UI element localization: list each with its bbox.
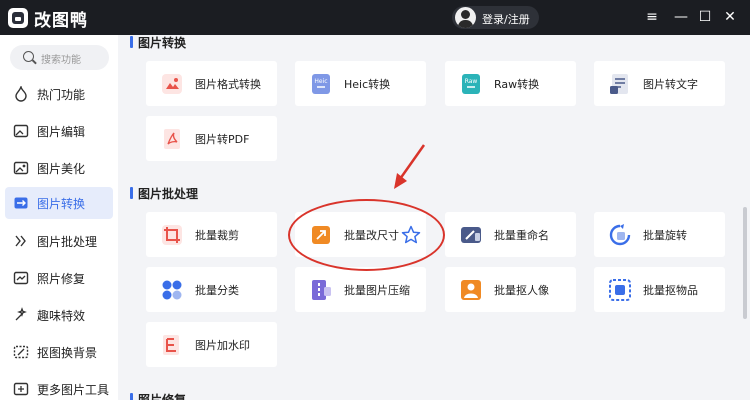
tool-label: 图片转文字 <box>643 78 698 91</box>
batch-object-cutout-icon <box>609 279 631 301</box>
tool-tile-batch-object-cutout[interactable]: 批量抠物品 <box>594 267 725 312</box>
tool-tile-batch-rotate[interactable]: 批量旋转 <box>594 212 725 257</box>
tool-tile-image-to-pdf[interactable]: 图片转PDF <box>146 116 277 161</box>
tool-label: 批量重命名 <box>494 229 549 242</box>
tool-tile-heic[interactable]: Heic Heic转换 <box>295 61 426 106</box>
image-convert-icon <box>14 197 28 209</box>
avatar <box>455 7 476 28</box>
sidebar: 搜索功能 热门功能 图片编辑 图片美化 图片转换 图片批处理 照片修复 趣味特效… <box>0 35 118 400</box>
tool-label: 批量裁剪 <box>195 229 239 242</box>
tool-label: 图片转PDF <box>195 133 250 146</box>
search-placeholder: 搜索功能 <box>41 55 81 66</box>
sidebar-item-label: 图片美化 <box>37 162 86 176</box>
image-edit-icon <box>13 124 29 138</box>
effects-icon <box>15 307 27 321</box>
tool-label: Heic转换 <box>344 78 391 91</box>
tool-label: Raw转换 <box>494 78 540 91</box>
arrow-icon <box>394 144 426 189</box>
tool-tile-batch-portrait-cutout[interactable]: 批量抠人像 <box>445 267 576 312</box>
cutout-icon <box>13 345 29 359</box>
photo-repair-icon <box>13 271 29 285</box>
sidebar-item-label: 抠图换背景 <box>37 346 98 360</box>
menu-icon[interactable]: ≡ <box>641 6 663 28</box>
tool-tile-raw[interactable]: Raw Raw转换 <box>445 61 576 106</box>
search-icon <box>23 51 34 62</box>
svg-text:Heic: Heic <box>314 78 327 85</box>
sidebar-item-more-tools[interactable]: 更多图片工具 <box>5 373 113 400</box>
tool-tile-image-to-text[interactable]: 图片转文字 <box>594 61 725 106</box>
batch-icon <box>15 235 26 247</box>
tool-label: 图片加水印 <box>195 339 250 352</box>
batch-classify-icon <box>162 280 182 300</box>
sidebar-item-image-beautify[interactable]: 图片美化 <box>5 152 113 184</box>
tool-label: 图片格式转换 <box>195 78 261 91</box>
login-button[interactable]: 登录/注册 <box>452 6 539 29</box>
tool-label: 批量图片压缩 <box>344 284 410 297</box>
heic-icon: Heic <box>312 74 330 94</box>
section-title-convert: 图片转换 <box>129 36 187 50</box>
star-icon[interactable] <box>401 225 421 245</box>
tool-tile-batch-rename[interactable]: 批量重命名 <box>445 212 576 257</box>
tool-label: 批量抠物品 <box>643 284 698 297</box>
raw-icon: Raw <box>462 74 480 94</box>
tool-tile-format-convert[interactable]: 图片格式转换 <box>146 61 277 106</box>
format-convert-icon <box>162 74 182 94</box>
sidebar-item-label: 更多图片工具 <box>37 383 110 397</box>
section-title-batch: 图片批处理 <box>129 187 199 201</box>
login-label: 登录/注册 <box>482 13 530 26</box>
sidebar-item-batch[interactable]: 图片批处理 <box>5 225 113 257</box>
sidebar-item-label: 趣味特效 <box>37 309 86 323</box>
maximize-button[interactable]: ☐ <box>694 6 716 28</box>
tool-tile-batch-crop[interactable]: 批量裁剪 <box>146 212 277 257</box>
image-beautify-icon <box>13 161 29 175</box>
watermark-icon <box>163 335 179 355</box>
scrollbar[interactable] <box>743 207 747 319</box>
sidebar-item-cutout[interactable]: 抠图换背景 <box>5 336 113 368</box>
sidebar-item-image-convert[interactable]: 图片转换 <box>5 187 113 219</box>
sidebar-item-label: 图片转换 <box>37 197 86 211</box>
sidebar-item-image-edit[interactable]: 图片编辑 <box>5 115 113 147</box>
sidebar-item-label: 图片批处理 <box>37 235 98 249</box>
sidebar-item-label: 热门功能 <box>37 88 86 102</box>
batch-compress-icon <box>312 280 331 300</box>
sidebar-item-hot[interactable]: 热门功能 <box>5 78 113 110</box>
minimize-button[interactable]: — <box>670 6 692 28</box>
search-input[interactable]: 搜索功能 <box>10 45 109 70</box>
sidebar-item-effects[interactable]: 趣味特效 <box>5 299 113 331</box>
highlight-ellipse <box>288 199 445 271</box>
batch-rename-icon <box>461 227 481 243</box>
tool-label: 批量旋转 <box>643 229 687 242</box>
batch-portrait-cutout-icon <box>461 280 481 300</box>
svg-text:Raw: Raw <box>465 78 478 85</box>
sidebar-item-label: 图片编辑 <box>37 125 86 139</box>
app-title: 改图鸭 <box>34 11 88 31</box>
sidebar-item-label: 照片修复 <box>37 272 86 286</box>
tool-label: 批量分类 <box>195 284 239 297</box>
image-to-text-icon <box>610 74 628 94</box>
sidebar-item-photo-repair[interactable]: 照片修复 <box>5 262 113 294</box>
close-button[interactable]: ✕ <box>719 6 741 28</box>
batch-rotate-icon <box>609 224 631 246</box>
image-to-pdf-icon <box>164 129 180 149</box>
more-tools-icon <box>13 382 29 396</box>
title-bar: 改图鸭 登录/注册 ≡ — ☐ ✕ <box>0 0 750 35</box>
batch-crop-icon <box>162 225 182 245</box>
tool-label: 批量抠人像 <box>494 284 549 297</box>
main-content: 图片转换 图片格式转换 Heic Heic转换 Raw Raw转换 图片转文字 … <box>118 35 750 400</box>
flame-icon <box>15 86 27 102</box>
tool-tile-batch-classify[interactable]: 批量分类 <box>146 267 277 312</box>
tool-tile-batch-compress[interactable]: 批量图片压缩 <box>295 267 426 312</box>
app-logo-icon <box>8 8 28 28</box>
section-title-repair: 照片修复 <box>129 391 186 400</box>
tool-tile-watermark[interactable]: 图片加水印 <box>146 322 277 367</box>
